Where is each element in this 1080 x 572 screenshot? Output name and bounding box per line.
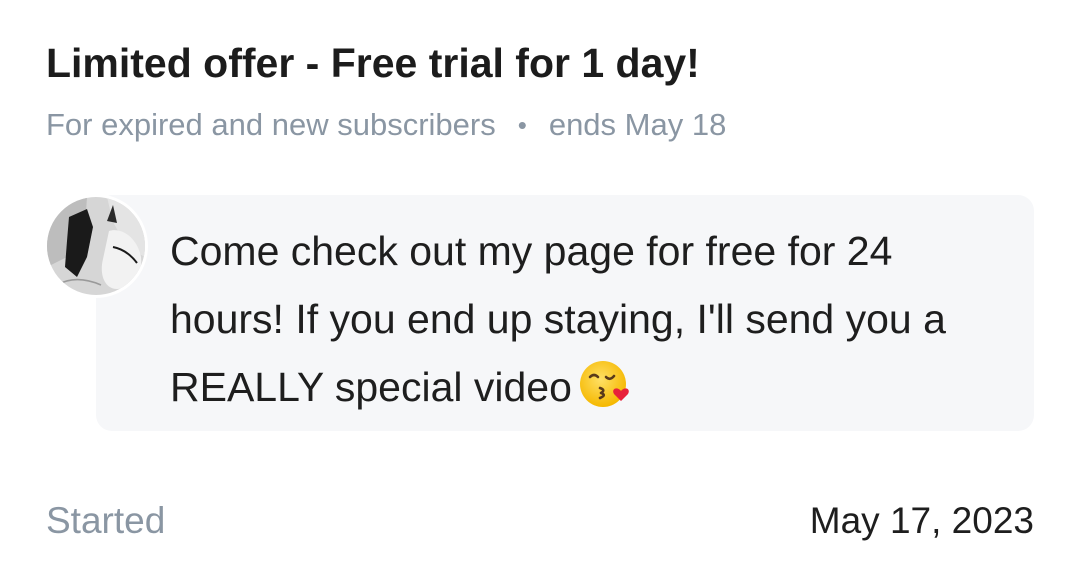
offer-message-card: Come check out my page for free for 24 h… — [96, 195, 1034, 431]
offer-message-text: Come check out my page for free for 24 h… — [170, 228, 946, 410]
offer-end-date: ends May 18 — [548, 107, 727, 142]
offer-meta: For expired and new subscribers • ends M… — [46, 103, 726, 147]
meta-separator: • — [517, 110, 527, 140]
start-date: May 17, 2023 — [809, 500, 1034, 541]
offer-audience: For expired and new subscribers — [46, 107, 496, 142]
status-label: Started — [46, 500, 166, 541]
creator-avatar[interactable] — [44, 194, 148, 298]
kissing-face-emoji-icon — [578, 357, 632, 431]
avatar-image — [47, 197, 145, 295]
offer-message: Come check out my page for free for 24 h… — [170, 217, 1000, 431]
offer-title: Limited offer - Free trial for 1 day! — [46, 40, 700, 86]
